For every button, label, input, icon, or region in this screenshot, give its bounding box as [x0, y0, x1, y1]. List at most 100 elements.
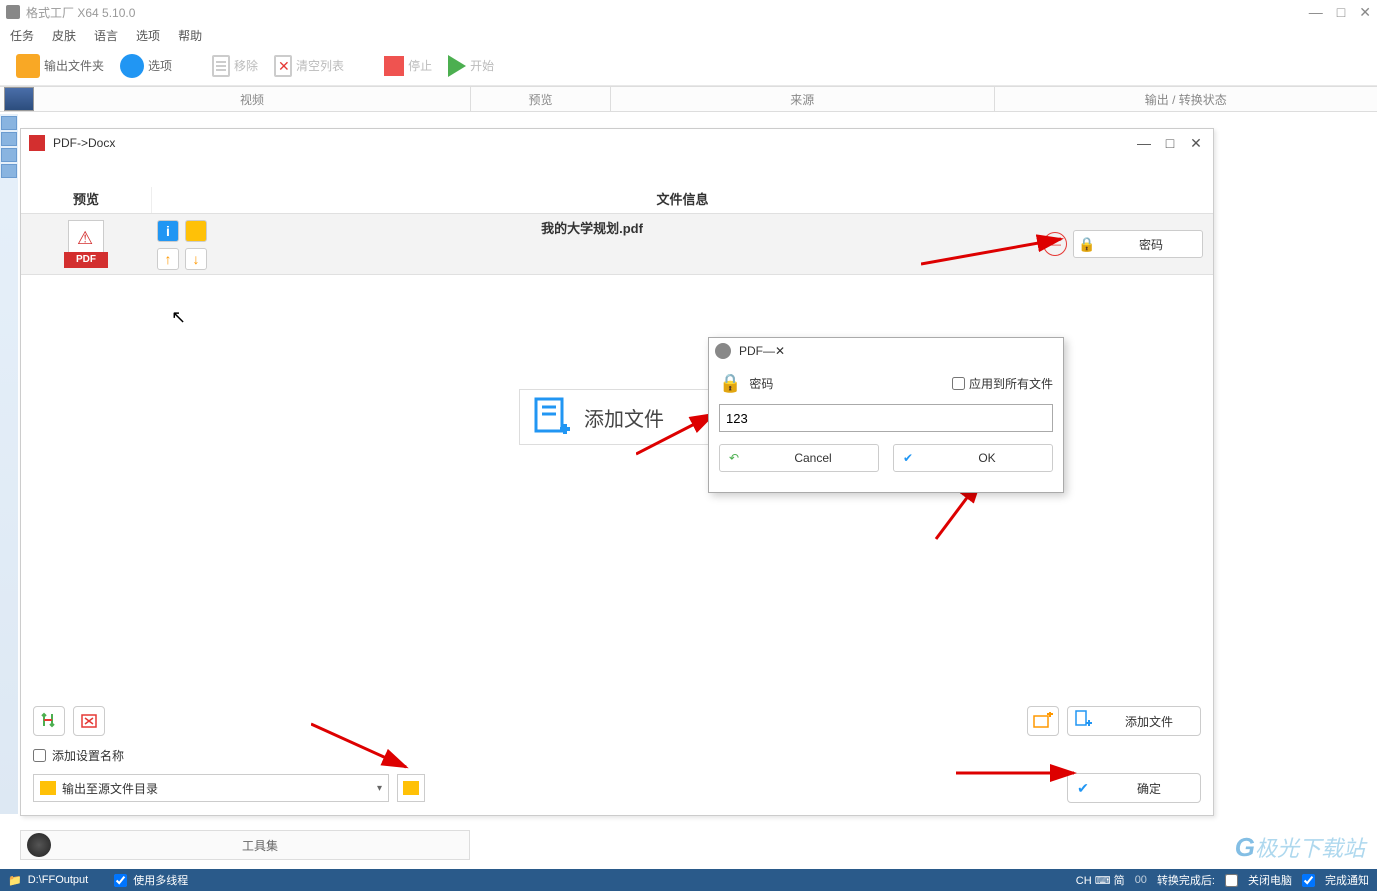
- start-button[interactable]: 开始: [442, 53, 500, 79]
- shutdown-label: 关闭电脑: [1248, 872, 1292, 888]
- browse-button[interactable]: [397, 774, 425, 802]
- start-label: 开始: [470, 57, 494, 74]
- multithread-checkbox[interactable]: [114, 874, 127, 887]
- subwin-bottom: 添加文件 添加设置名称 输出至源文件目录 ▾ ✔ 确定: [21, 695, 1213, 815]
- pdf-badge-label: PDF: [64, 252, 108, 268]
- column-headers: 视频 预览 来源 输出 / 转换状态: [0, 86, 1377, 112]
- add-file-large-button[interactable]: 添加文件: [519, 389, 719, 445]
- subwin-maximize-icon[interactable]: □: [1161, 135, 1179, 152]
- merge-button[interactable]: [33, 706, 65, 736]
- left-strip: [0, 114, 18, 814]
- password-input[interactable]: [719, 404, 1053, 432]
- open-folder-button[interactable]: [185, 220, 207, 242]
- folder-icon: [16, 54, 40, 78]
- menu-task[interactable]: 任务: [10, 27, 34, 44]
- video-icon: [4, 87, 34, 111]
- folder-icon: 📁: [8, 874, 22, 887]
- move-up-button[interactable]: ↑: [157, 248, 179, 270]
- menu-opt[interactable]: 选项: [136, 27, 160, 44]
- new-folder-button[interactable]: [1027, 706, 1059, 736]
- output-folder-button[interactable]: 输出文件夹: [10, 52, 110, 80]
- app-icon: [6, 5, 20, 19]
- clear-label: 清空列表: [296, 57, 344, 74]
- status-bar: 📁 D:\FFOutput 使用多线程 CH ⌨ 简 00 转换完成后: 关闭电…: [0, 869, 1377, 891]
- delete-button[interactable]: —: [1043, 232, 1067, 256]
- output-dir-label: 输出至源文件目录: [62, 780, 158, 797]
- toolset-bar[interactable]: 工具集: [20, 830, 470, 860]
- toolset-label: 工具集: [51, 837, 469, 854]
- play-icon: [448, 55, 466, 77]
- apply-all-checkbox[interactable]: [952, 377, 965, 390]
- chevron-down-icon: ▾: [377, 783, 382, 794]
- col-video[interactable]: 视频: [34, 91, 470, 108]
- cancel-button[interactable]: ↶ Cancel: [719, 444, 879, 472]
- menu-lang[interactable]: 语言: [94, 27, 118, 44]
- file-row[interactable]: ⚠ PDF i ↑ ↓ 我的大学规划.pdf — 🔒 密码: [21, 213, 1213, 275]
- subwin-minimize-icon[interactable]: —: [1135, 135, 1153, 152]
- col-preview[interactable]: 预览: [470, 87, 610, 111]
- confirm-button[interactable]: ✔ 确定: [1067, 773, 1201, 803]
- toolbar: 输出文件夹 选项 移除 清空列表 停止 开始: [0, 46, 1377, 86]
- folder-small-icon: [40, 781, 56, 795]
- pdf-thumbnail: ⚠ PDF: [64, 220, 108, 268]
- remove-icon: [212, 55, 230, 77]
- clear-list-button[interactable]: [73, 706, 105, 736]
- dialog-close-icon[interactable]: ✕: [775, 344, 785, 358]
- ime-indicator[interactable]: CH ⌨ 简: [1076, 872, 1125, 888]
- apply-all-label: 应用到所有文件: [969, 375, 1053, 392]
- password-button[interactable]: 🔒 密码: [1073, 230, 1203, 258]
- col-source[interactable]: 来源: [610, 87, 994, 111]
- ok-button[interactable]: ✔ OK: [893, 444, 1053, 472]
- subwin-close-icon[interactable]: ✕: [1187, 135, 1205, 152]
- col-status[interactable]: 输出 / 转换状态: [994, 87, 1377, 111]
- file-name: 我的大学规划.pdf: [151, 214, 1033, 242]
- subwin-icon: [29, 135, 45, 151]
- menu-help[interactable]: 帮助: [178, 27, 202, 44]
- subwin-titlebar: PDF->Docx — □ ✕: [21, 129, 1213, 157]
- info-button[interactable]: i: [157, 220, 179, 242]
- stop-button[interactable]: 停止: [378, 54, 438, 78]
- add-settings-name-checkbox[interactable]: [33, 749, 46, 762]
- lock-icon: 🔒: [1074, 236, 1100, 253]
- minimize-icon[interactable]: —: [1309, 4, 1323, 21]
- add-file-small-icon: [1068, 710, 1098, 733]
- check-circle-icon: ✔: [894, 451, 922, 465]
- main-titlebar: 格式工厂 X64 5.10.0 — □ ✕: [0, 0, 1377, 24]
- output-dir-select[interactable]: 输出至源文件目录 ▾: [33, 774, 389, 802]
- notify-checkbox[interactable]: [1302, 874, 1315, 887]
- subwin-headers: 预览 文件信息: [21, 187, 1213, 213]
- shutdown-checkbox[interactable]: [1225, 874, 1238, 887]
- folder-icon: [403, 781, 419, 795]
- add-file-large-label: 添加文件: [584, 403, 664, 432]
- ok-label: OK: [922, 451, 1052, 465]
- subwin-title: PDF->Docx: [53, 136, 115, 150]
- menubar: 任务 皮肤 语言 选项 帮助: [0, 24, 1377, 46]
- header-preview: 预览: [21, 187, 151, 213]
- after-convert-label: 转换完成后:: [1157, 872, 1215, 888]
- move-down-button[interactable]: ↓: [185, 248, 207, 270]
- multithread-label: 使用多线程: [133, 872, 188, 888]
- options-label: 选项: [148, 57, 172, 74]
- confirm-label: 确定: [1098, 780, 1200, 797]
- stop-icon: [384, 56, 404, 76]
- remove-button[interactable]: 移除: [206, 53, 264, 79]
- options-button[interactable]: 选项: [114, 52, 178, 80]
- close-icon[interactable]: ✕: [1359, 4, 1371, 21]
- maximize-icon[interactable]: □: [1337, 4, 1345, 21]
- add-file-button[interactable]: 添加文件: [1067, 706, 1201, 736]
- clear-button[interactable]: 清空列表: [268, 53, 350, 79]
- clear-icon: [274, 55, 292, 77]
- watermark: G极光下载站: [1235, 831, 1365, 863]
- toolset-icon: [27, 833, 51, 857]
- menu-skin[interactable]: 皮肤: [52, 27, 76, 44]
- cancel-label: Cancel: [748, 451, 878, 465]
- undo-icon: ↶: [720, 451, 748, 465]
- options-icon: [120, 54, 144, 78]
- dialog-minimize-icon[interactable]: —: [763, 344, 775, 358]
- output-path[interactable]: D:\FFOutput: [28, 874, 89, 886]
- notify-label: 完成通知: [1325, 872, 1369, 888]
- header-fileinfo: 文件信息: [151, 187, 1213, 213]
- dialog-title: PDF: [739, 344, 763, 358]
- add-settings-name-label: 添加设置名称: [52, 747, 124, 764]
- check-icon: ✔: [1068, 780, 1098, 797]
